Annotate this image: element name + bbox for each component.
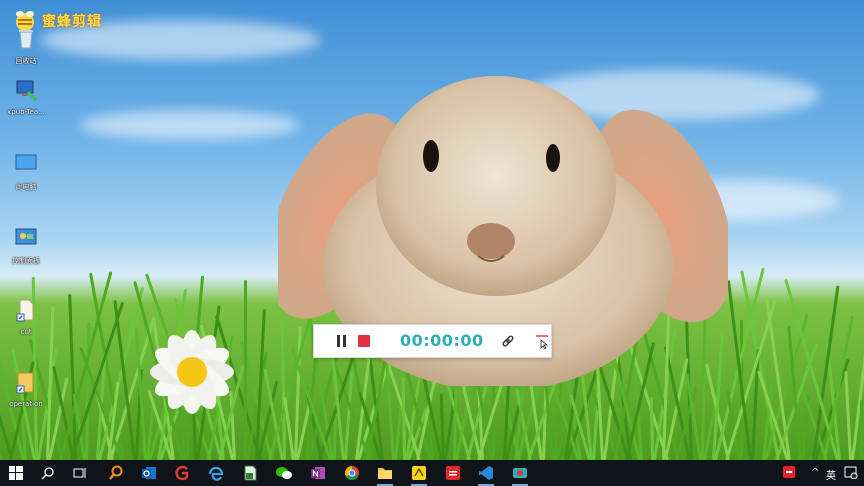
desktop-icon-xpub[interactable]: xpub-Tea... [4, 78, 48, 116]
pause-icon [337, 335, 340, 347]
network-computer-icon [16, 80, 38, 102]
desktop-wallpaper: 蜜蜂剪辑 回收站 xpub-Tea... 此电脑 控制面板 cut operat… [0, 0, 864, 460]
cloud [80, 110, 300, 140]
folder-icon [378, 468, 392, 479]
task-view-button[interactable] [70, 463, 90, 483]
daisy-image [150, 330, 234, 414]
search-button[interactable] [38, 463, 58, 483]
desktop-icon-this-pc[interactable]: 此电脑 [4, 152, 48, 192]
desktop-icon-label: 回收站 [15, 57, 37, 65]
red-app-icon [446, 466, 460, 480]
document-shortcut-icon [16, 299, 34, 322]
taskbar-app-red[interactable] [443, 463, 463, 483]
desktop-icon-control-panel[interactable]: 控制面板 [4, 226, 48, 266]
system-tray: ^ 英 [774, 460, 864, 486]
taskbar-search-app[interactable] [106, 463, 126, 483]
task-view-icon [73, 468, 86, 478]
app-logo-text: 蜜蜂剪辑 [42, 14, 102, 30]
taskbar-recorder[interactable] [510, 463, 530, 486]
chrome-icon [345, 466, 359, 480]
vscode-icon [479, 466, 493, 480]
input-method-indicator[interactable]: 英 [826, 467, 836, 482]
recycle-bin-icon [19, 30, 33, 49]
desktop-icon-recycle-bin[interactable]: 回收站 [4, 26, 48, 66]
taskbar-app-yellow[interactable] [409, 463, 429, 486]
computer-icon [15, 154, 37, 172]
desktop-icon-label: 控制面板 [12, 257, 40, 265]
desktop-icon-label: xpub-Tea... [7, 108, 45, 116]
taskbar-excel-file[interactable] [240, 463, 260, 483]
notification-icon[interactable] [844, 465, 858, 479]
outlook-icon [142, 467, 156, 479]
grass-blade [649, 396, 654, 460]
desktop-icon-label: 此电脑 [15, 183, 37, 191]
taskbar-wechat[interactable] [274, 463, 294, 483]
desktop-icon-operation[interactable]: operation [4, 370, 48, 408]
taskbar-chrome[interactable] [342, 463, 362, 483]
start-button[interactable] [6, 463, 26, 483]
tray-chevron-icon[interactable]: ^ [811, 467, 819, 478]
taskbar-edge[interactable] [206, 463, 226, 483]
taskbar-vscode[interactable] [476, 463, 496, 486]
pause-button[interactable] [336, 335, 348, 347]
grass-blade [844, 371, 852, 460]
yellow-app-icon [412, 466, 426, 480]
recording-timer: 00:00:00 [400, 331, 484, 350]
control-panel-icon [15, 228, 37, 245]
link-icon[interactable] [500, 333, 516, 349]
magnifier-app-icon [109, 465, 123, 480]
desktop-icon-cut[interactable]: cut [4, 298, 48, 336]
folder-icon [16, 372, 34, 394]
grass-blade [860, 400, 863, 460]
taskbar-app-g[interactable] [172, 463, 192, 483]
stop-button[interactable] [358, 335, 370, 347]
tray-app-icon[interactable] [782, 465, 796, 479]
collapse-icon[interactable] [534, 333, 550, 349]
wechat-icon [276, 467, 292, 479]
spreadsheet-icon [244, 465, 257, 481]
recorder-icon [513, 468, 527, 478]
taskbar-file-explorer[interactable] [375, 463, 395, 486]
screen-recorder-toolbar: 00:00:00 [313, 324, 552, 358]
onenote-icon [311, 467, 325, 479]
windows-logo-icon [9, 466, 23, 480]
taskbar-onenote[interactable] [308, 463, 328, 483]
search-icon [41, 467, 54, 480]
edge-icon [208, 466, 224, 481]
taskbar-outlook[interactable] [139, 463, 159, 483]
pause-icon [343, 335, 346, 347]
taskbar: ^ 英 [0, 460, 864, 486]
red-g-icon [175, 465, 189, 481]
desktop-icon-label: cut [20, 328, 32, 336]
desktop-icon-label: operation [9, 400, 43, 408]
